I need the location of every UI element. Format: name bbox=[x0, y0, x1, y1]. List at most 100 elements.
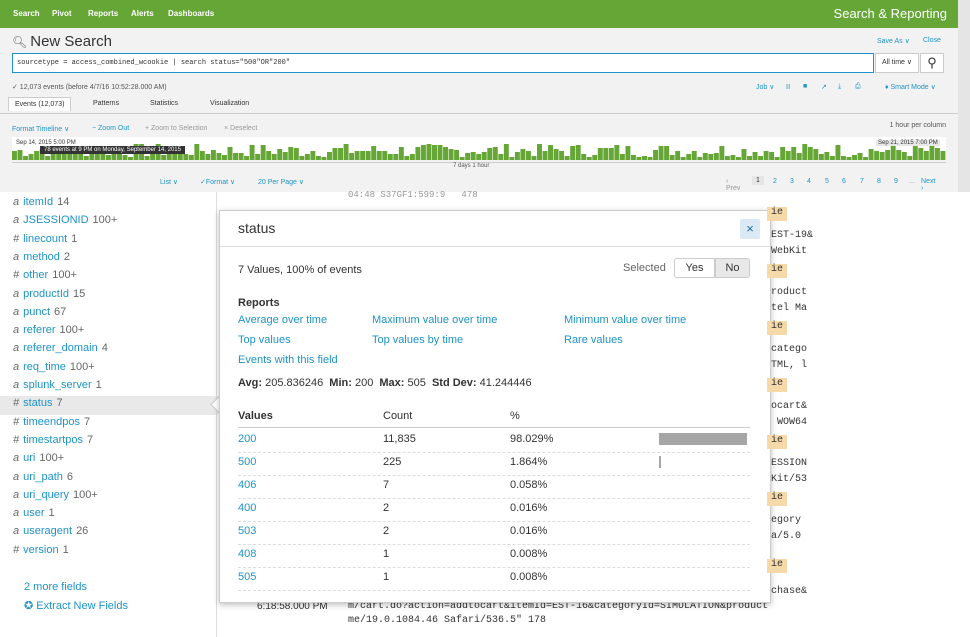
timeline-bar[interactable] bbox=[780, 147, 786, 160]
timeline-bar[interactable] bbox=[360, 151, 366, 160]
timeline-bar[interactable] bbox=[608, 148, 614, 160]
value-row[interactable]: 500 225 1.864% bbox=[238, 452, 750, 476]
timeline-bar[interactable] bbox=[465, 153, 471, 160]
field-item-method[interactable]: a method 2 bbox=[13, 251, 70, 263]
timeline-bar[interactable] bbox=[664, 146, 670, 160]
field-item-uri-path[interactable]: a uri_path 6 bbox=[13, 471, 73, 483]
timeline-bar[interactable] bbox=[586, 157, 592, 160]
time-range-picker[interactable]: All time ∨ bbox=[875, 53, 919, 73]
timeline-bar[interactable] bbox=[747, 156, 752, 160]
selected-no-button[interactable]: No bbox=[715, 258, 750, 278]
page-1[interactable]: 1 bbox=[752, 176, 764, 185]
timeline-bar[interactable] bbox=[570, 146, 576, 160]
field-item-itemid[interactable]: a itemId 14 bbox=[13, 196, 69, 208]
timeline-bar[interactable] bbox=[708, 154, 714, 160]
timeline-bar[interactable] bbox=[548, 145, 554, 160]
timeline-bar[interactable] bbox=[846, 157, 852, 160]
timeline-bar[interactable] bbox=[769, 152, 775, 160]
timeline-bar[interactable] bbox=[315, 156, 321, 160]
stop-icon[interactable]: ■ bbox=[803, 83, 807, 90]
timeline-bar[interactable] bbox=[205, 154, 211, 160]
timeline-bar[interactable] bbox=[559, 151, 565, 160]
page-3[interactable]: 3 bbox=[790, 178, 794, 185]
timeline-bar[interactable] bbox=[653, 150, 659, 160]
timeline-bar[interactable] bbox=[807, 147, 813, 160]
field-item-referer-domain[interactable]: a referer_domain 4 bbox=[13, 342, 108, 354]
timeline-bar[interactable] bbox=[719, 146, 725, 160]
timeline-bar[interactable] bbox=[420, 145, 426, 160]
timeline-bar[interactable] bbox=[675, 151, 681, 160]
timeline-bar[interactable] bbox=[183, 154, 189, 160]
timeline-bar[interactable] bbox=[625, 146, 631, 160]
field-item-linecount[interactable]: # linecount 1 bbox=[13, 233, 77, 245]
field-item-punct[interactable]: a punct 67 bbox=[13, 306, 66, 318]
timeline-bar[interactable] bbox=[603, 148, 609, 160]
timeline-bar[interactable] bbox=[852, 155, 857, 160]
list-view-menu[interactable]: List ∨ bbox=[160, 178, 178, 186]
timeline-bar[interactable] bbox=[564, 156, 570, 160]
timeline-bar[interactable] bbox=[840, 156, 846, 160]
timeline-bar[interactable] bbox=[476, 154, 482, 160]
timeline-bar[interactable] bbox=[105, 155, 111, 160]
export-icon[interactable]: ⤓ bbox=[838, 83, 841, 91]
timeline-bar[interactable] bbox=[592, 155, 598, 160]
value-row[interactable]: 408 1 0.008% bbox=[238, 544, 750, 568]
timeline-bar[interactable] bbox=[498, 154, 504, 160]
extract-new-fields-link[interactable]: ✪ Extract New Fields bbox=[24, 599, 128, 612]
job-menu[interactable]: Job ∨ bbox=[756, 83, 774, 91]
timeline-bar[interactable] bbox=[581, 154, 587, 160]
timeline-bar[interactable] bbox=[249, 145, 255, 160]
timeline-bar[interactable] bbox=[785, 151, 791, 160]
timeline-bar[interactable] bbox=[338, 148, 343, 160]
timeline-bar[interactable] bbox=[741, 149, 747, 160]
pause-icon[interactable]: ⅠⅠ bbox=[786, 83, 790, 91]
timeline-bar[interactable] bbox=[752, 152, 758, 160]
timeline-bar[interactable] bbox=[791, 147, 797, 160]
timeline-bar[interactable] bbox=[34, 151, 40, 160]
more-fields-link[interactable]: 2 more fields bbox=[24, 581, 87, 593]
field-item-timestartpos[interactable]: # timestartpos 7 bbox=[13, 434, 93, 446]
timeline-bar[interactable] bbox=[940, 151, 946, 160]
timeline-bar[interactable] bbox=[885, 150, 891, 160]
timeline-bar[interactable] bbox=[481, 152, 487, 160]
field-item-uri-query[interactable]: a uri_query 100+ bbox=[13, 489, 98, 501]
timeline-bar[interactable] bbox=[255, 154, 261, 160]
timeline-bar[interactable] bbox=[680, 157, 686, 160]
timeline-bar[interactable] bbox=[537, 144, 542, 160]
timeline-bar[interactable] bbox=[432, 145, 437, 160]
timeline-bar[interactable] bbox=[210, 150, 216, 160]
timeline-bar[interactable] bbox=[879, 152, 885, 160]
timeline-bar[interactable] bbox=[647, 157, 653, 160]
field-item-jsessionid[interactable]: a JSESSIONID 100+ bbox=[13, 214, 117, 226]
value-row[interactable]: 503 2 0.016% bbox=[238, 521, 750, 545]
timeline-bar[interactable] bbox=[343, 144, 349, 160]
timeline-bar[interactable] bbox=[863, 157, 869, 160]
timeline-bar[interactable] bbox=[575, 145, 581, 160]
timeline-bar[interactable] bbox=[929, 145, 935, 160]
value-link[interactable]: 408 bbox=[238, 548, 256, 560]
timeline-bar[interactable] bbox=[642, 156, 647, 160]
report-minimum-over-time[interactable]: Minimum value over time bbox=[564, 314, 686, 326]
report-average-over-time[interactable]: Average over time bbox=[238, 314, 327, 326]
timeline-bar[interactable] bbox=[23, 156, 28, 160]
timeline-bar[interactable] bbox=[824, 152, 830, 160]
timeline-bar[interactable] bbox=[404, 156, 410, 160]
timeline-bar[interactable] bbox=[332, 148, 338, 160]
next-page[interactable]: Next › bbox=[921, 178, 935, 192]
deselect-button[interactable]: × Deselect bbox=[224, 125, 257, 132]
timeline-bar[interactable] bbox=[730, 155, 736, 160]
timeline-bar[interactable] bbox=[233, 153, 238, 160]
search-input[interactable]: sourcetype = access_combined_wcookie | s… bbox=[12, 53, 874, 73]
report-top-values-by-time[interactable]: Top values by time bbox=[372, 334, 463, 346]
timeline-bar[interactable] bbox=[94, 154, 100, 160]
timeline-bar[interactable] bbox=[282, 152, 288, 160]
value-row[interactable]: 505 1 0.008% bbox=[238, 567, 750, 591]
app-title[interactable]: Search & Reporting bbox=[834, 6, 947, 21]
timeline-bar[interactable] bbox=[487, 148, 493, 160]
timeline-bar[interactable] bbox=[299, 156, 305, 160]
tab-statistics[interactable]: Statistics bbox=[150, 100, 178, 107]
timeline-bar[interactable] bbox=[199, 151, 205, 160]
timeline-bar[interactable] bbox=[774, 157, 780, 160]
timeline-bar[interactable] bbox=[227, 147, 233, 160]
timeline-bar[interactable] bbox=[697, 157, 703, 160]
